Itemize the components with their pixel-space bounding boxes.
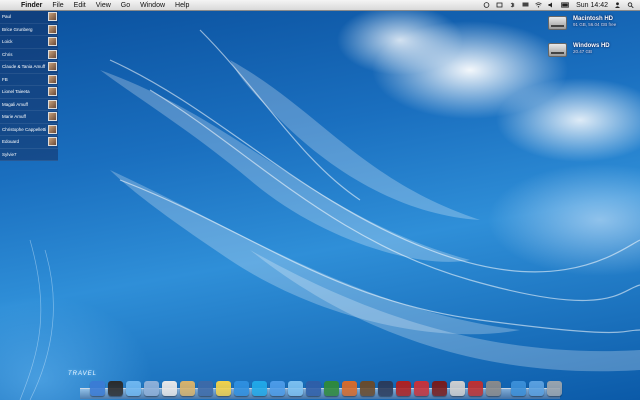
drive-macintosh-hd[interactable]: Macintosh HD 91 GB, 56.04 GB free [548, 16, 616, 30]
contact-list-item[interactable]: Magali Amuff [0, 98, 58, 111]
desktop-wallpaper [0, 0, 640, 400]
downloads-icon[interactable] [511, 381, 526, 396]
hard-drive-icon[interactable] [548, 16, 567, 30]
contact-name: Marie Amuff [2, 114, 26, 120]
messages-icon[interactable] [288, 381, 303, 396]
dashboard-icon[interactable] [108, 381, 123, 396]
menu-go[interactable]: Go [116, 2, 135, 9]
drive-capacity: 91 GB, 56.04 GB free [573, 22, 617, 27]
contact-avatar [48, 62, 57, 72]
contact-list-item[interactable]: Sylvie7 [0, 148, 58, 161]
menu-bar: Finder File Edit View Go Window Help Sun… [0, 0, 640, 11]
menubar-clock[interactable]: Sun 14:42 [576, 2, 608, 9]
contact-avatar [48, 137, 57, 147]
contact-name: Brice Grunberg [2, 26, 33, 32]
contact-name: Magali Amuff [2, 101, 28, 107]
contact-list-item[interactable]: Brice Grunberg [0, 23, 58, 36]
contact-name: Paul [2, 14, 12, 20]
spotlight-search-icon[interactable] [627, 2, 634, 8]
contact-list-item[interactable]: Claude & Tania Amuff [0, 61, 58, 74]
finder-icon[interactable] [90, 381, 105, 396]
contact-avatar [48, 74, 57, 84]
contact-avatar [48, 49, 57, 59]
contact-name: Sylvie7 [2, 151, 17, 157]
tools-icon[interactable] [450, 381, 465, 396]
calendar-icon[interactable] [162, 381, 177, 396]
safari-icon[interactable] [126, 381, 141, 396]
sync-icon[interactable] [496, 2, 503, 8]
menu-help[interactable]: Help [170, 2, 194, 9]
contact-name: Claude & Tania Amuff [2, 64, 46, 70]
flash-icon[interactable] [396, 381, 411, 396]
time-machine-icon[interactable] [483, 2, 490, 8]
contact-list-item[interactable]: Lionel Taieeta [0, 86, 58, 99]
contact-avatar [48, 24, 57, 34]
itunes-icon[interactable] [234, 381, 249, 396]
volume-icon[interactable] [548, 2, 555, 8]
menu-edit[interactable]: Edit [69, 2, 91, 9]
contact-list-item[interactable]: Loick [0, 36, 58, 49]
drive-windows-hd[interactable]: Windows HD 20.47 GB [548, 43, 610, 57]
contact-list-item[interactable]: Chris [0, 48, 58, 61]
contact-name: Christophe Cappelletti [2, 126, 47, 132]
hard-drive-icon[interactable] [548, 43, 567, 57]
documents-icon[interactable] [529, 381, 544, 396]
trash-icon[interactable] [547, 381, 562, 396]
contact-list-item[interactable]: Paul [0, 11, 58, 24]
contact-avatar [48, 87, 57, 97]
menu-app-finder[interactable]: Finder [16, 2, 47, 9]
contact-avatar [48, 99, 57, 109]
dock [86, 374, 562, 396]
contact-name: Lionel Taieeta [2, 89, 30, 95]
stamp-icon[interactable] [468, 381, 483, 396]
ichat-icon[interactable] [270, 381, 285, 396]
wallpaper-swirls [19, 29, 640, 400]
contact-name: Edouard [2, 139, 20, 145]
mail-icon[interactable] [144, 381, 159, 396]
display-icon[interactable] [522, 2, 529, 8]
contact-avatar [48, 37, 57, 47]
preview-icon[interactable] [216, 381, 231, 396]
skype-icon[interactable] [252, 381, 267, 396]
user-icon[interactable] [614, 2, 621, 8]
contact-list-item[interactable]: Christophe Cappelletti [0, 123, 58, 136]
word-icon[interactable] [306, 381, 321, 396]
menu-view[interactable]: View [91, 2, 116, 9]
contact-list-item[interactable]: FB [0, 73, 58, 86]
photoshop-icon[interactable] [378, 381, 393, 396]
contact-list-widget: Paul Brice Grunberg Loick Chris Claude & Tan… [0, 11, 58, 161]
wifi-icon[interactable] [535, 2, 542, 8]
notes-icon[interactable] [180, 381, 195, 396]
contact-avatar [48, 12, 57, 22]
contact-list-item[interactable]: Edouard [0, 136, 58, 149]
contact-avatar [48, 124, 57, 134]
bluetooth-icon[interactable] [509, 2, 516, 8]
drive-capacity: 20.47 GB [573, 49, 593, 54]
contact-name: Loick [2, 39, 13, 45]
excel-icon[interactable] [324, 381, 339, 396]
menu-file[interactable]: File [47, 2, 68, 9]
powerpoint-icon[interactable] [342, 381, 357, 396]
book-icon[interactable] [432, 381, 447, 396]
menu-window[interactable]: Window [135, 2, 170, 9]
chair-icon[interactable] [414, 381, 429, 396]
contact-name: FB [2, 76, 8, 82]
iphoto-icon[interactable] [198, 381, 213, 396]
contact-list-item[interactable]: Marie Amuff [0, 111, 58, 124]
system-preferences-icon[interactable] [486, 381, 501, 396]
imovie-icon[interactable] [360, 381, 375, 396]
battery-icon[interactable] [561, 2, 570, 8]
contact-name: Chris [2, 51, 13, 57]
contact-avatar [48, 112, 57, 122]
